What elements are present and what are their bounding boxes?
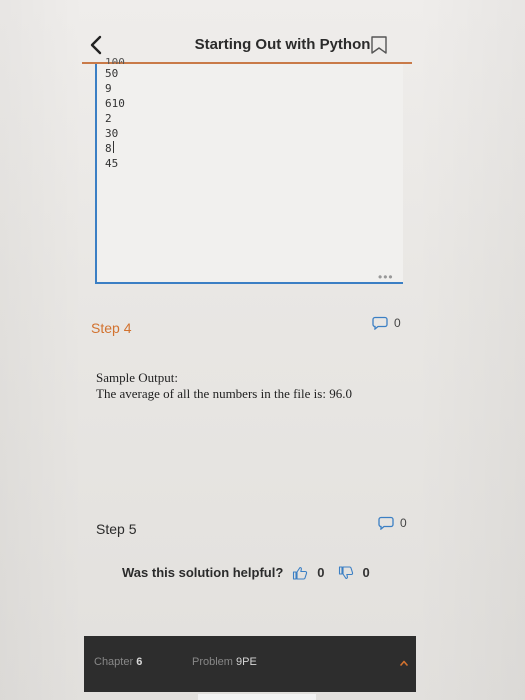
chapter-indicator[interactable]: Chapter 6: [94, 656, 142, 668]
step-4-comments[interactable]: 0: [372, 316, 401, 330]
code-line: 9: [105, 82, 112, 95]
comment-count: 0: [394, 316, 401, 330]
code-line-clipped: 100: [105, 56, 125, 64]
shade-right: [416, 0, 525, 700]
feedback-row: Was this solution helpful? 0 0: [122, 565, 374, 580]
problem-label: Problem: [192, 656, 233, 668]
step-4-label: Step 4: [91, 320, 132, 336]
code-line: 610: [105, 97, 125, 110]
sample-output: Sample Output: The average of all the nu…: [96, 370, 352, 402]
problem-indicator[interactable]: Problem 9PE: [192, 656, 257, 668]
code-block: 100 50 9 610 2 30 8 45: [95, 56, 403, 284]
code-line: 45: [105, 157, 119, 170]
comment-bubble-icon: [372, 316, 388, 330]
code-line-cursor: 8: [105, 141, 125, 156]
chapter-problem-bar[interactable]: Chapter 6 Problem 9PE: [84, 636, 416, 692]
chapter-label: Chapter: [94, 656, 134, 668]
thumbs-up-icon[interactable]: [292, 566, 308, 580]
step-5-label: Step 5: [96, 521, 137, 537]
dislike-count: 0: [362, 565, 370, 580]
like-count: 0: [317, 565, 325, 580]
comment-count: 0: [400, 516, 407, 530]
text-cursor: [112, 141, 114, 153]
sample-output-heading: Sample Output:: [96, 370, 178, 385]
shade-left: [0, 0, 84, 700]
bookmark-icon[interactable]: [368, 34, 390, 56]
sample-output-text: The average of all the numbers in the fi…: [96, 386, 352, 401]
thumbs-down-icon[interactable]: [338, 565, 354, 580]
code-lines: 50 9 610 2 30 8 45: [105, 66, 125, 171]
more-dots-icon[interactable]: •••: [378, 270, 394, 284]
app-header: Starting Out with Python: [0, 28, 525, 62]
chapter-value: 6: [136, 656, 143, 668]
feedback-question: Was this solution helpful?: [122, 565, 284, 580]
code-line: 50: [105, 67, 119, 80]
code-line: 2: [105, 112, 112, 125]
bottom-panel-edge: [198, 694, 316, 700]
comment-bubble-icon: [378, 516, 394, 530]
code-line: 30: [105, 127, 119, 140]
code-line: 8: [105, 142, 112, 155]
page-title: Starting Out with Python: [194, 36, 371, 53]
caret-up-icon[interactable]: [400, 654, 408, 666]
problem-value: 9PE: [236, 656, 257, 668]
solution-screen: Starting Out with Python 100 50 9 610 2 …: [0, 0, 525, 700]
step-5-comments[interactable]: 0: [378, 516, 407, 530]
